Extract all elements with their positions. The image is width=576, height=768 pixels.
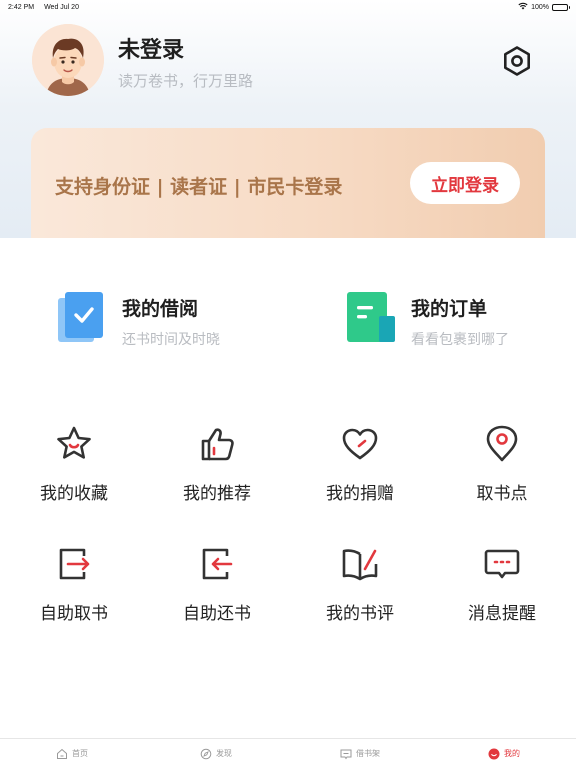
- grid-item-donations[interactable]: 我的捐赠: [300, 424, 420, 504]
- battery-percent: 100%: [531, 3, 549, 11]
- heart-icon: [342, 428, 378, 460]
- grid-item-recommend[interactable]: 我的推荐: [157, 424, 277, 504]
- location-pin-icon: [486, 425, 518, 462]
- feature-title: 我的借阅: [122, 298, 199, 320]
- wifi-icon: [518, 2, 528, 12]
- status-time: 2:42 PM: [8, 3, 35, 11]
- avatar[interactable]: [32, 24, 104, 96]
- feature-subtitle: 看看包裹到哪了: [411, 332, 509, 348]
- bottom-tab-bar: 首页 发现 借书架 我的: [0, 738, 576, 768]
- settings-button[interactable]: [498, 42, 536, 80]
- login-button[interactable]: 立即登录: [410, 162, 520, 204]
- tab-label: 首页: [72, 749, 88, 758]
- grid-item-self-pickup[interactable]: 自助取书: [14, 544, 134, 624]
- tab-label: 发现: [216, 749, 232, 758]
- tab-bookshelf[interactable]: 借书架: [288, 739, 432, 768]
- grid-item-self-return[interactable]: 自助还书: [157, 544, 277, 624]
- star-icon: [57, 426, 91, 459]
- grid-label: 我的推荐: [183, 484, 251, 504]
- tab-label: 我的: [504, 749, 520, 758]
- tab-discover[interactable]: 发现: [144, 739, 288, 768]
- feature-title: 我的订单: [411, 298, 488, 320]
- bookshelf-icon: [340, 749, 352, 759]
- login-banner: 支持身份证 | 读者证 | 市民卡登录 立即登录: [31, 128, 545, 240]
- login-methods-tip: 支持身份证 | 读者证 | 市民卡登录: [55, 176, 343, 198]
- order-document-icon: [347, 292, 395, 344]
- grid-label: 我的捐赠: [326, 484, 394, 504]
- tab-mine[interactable]: 我的: [432, 739, 576, 768]
- grid-label: 消息提醒: [468, 604, 536, 624]
- profile-icon: [488, 748, 500, 759]
- battery-icon: [552, 3, 570, 11]
- message-icon: [484, 549, 520, 579]
- grid-item-favorites[interactable]: 我的收藏: [14, 424, 134, 504]
- borrow-book-icon: [58, 292, 106, 344]
- grid-label: 取书点: [476, 484, 528, 504]
- self-pickup-icon: [59, 548, 90, 580]
- home-icon: [57, 748, 67, 759]
- my-orders-card[interactable]: 我的订单 看看包裹到哪了: [347, 292, 509, 349]
- grid-label: 自助取书: [40, 604, 108, 624]
- grid-label: 自助还书: [183, 604, 251, 624]
- self-return-icon: [202, 548, 233, 580]
- grid-item-book-reviews[interactable]: 我的书评: [300, 544, 420, 624]
- settings-hexagon-icon: [504, 46, 530, 76]
- feature-subtitle: 还书时间及时晓: [122, 332, 220, 348]
- grid-label: 我的书评: [326, 604, 394, 624]
- my-borrowing-card[interactable]: 我的借阅 还书时间及时晓: [58, 292, 220, 349]
- status-date: Wed Jul 20: [44, 3, 79, 11]
- grid-item-pickup-points[interactable]: 取书点: [442, 424, 562, 504]
- compass-icon: [200, 748, 212, 759]
- tab-label: 借书架: [356, 749, 380, 758]
- tab-home[interactable]: 首页: [0, 739, 144, 768]
- thumbs-up-icon: [201, 428, 234, 461]
- user-slogan: 读万卷书，行万里路: [118, 72, 254, 90]
- status-bar: 2:42 PM Wed Jul 20 100%: [0, 0, 576, 14]
- book-review-icon: [342, 549, 378, 581]
- user-name[interactable]: 未登录: [118, 32, 184, 64]
- grid-item-message-alerts[interactable]: 消息提醒: [442, 544, 562, 624]
- grid-label: 我的收藏: [40, 484, 108, 504]
- avatar-illustration-icon: [32, 24, 104, 96]
